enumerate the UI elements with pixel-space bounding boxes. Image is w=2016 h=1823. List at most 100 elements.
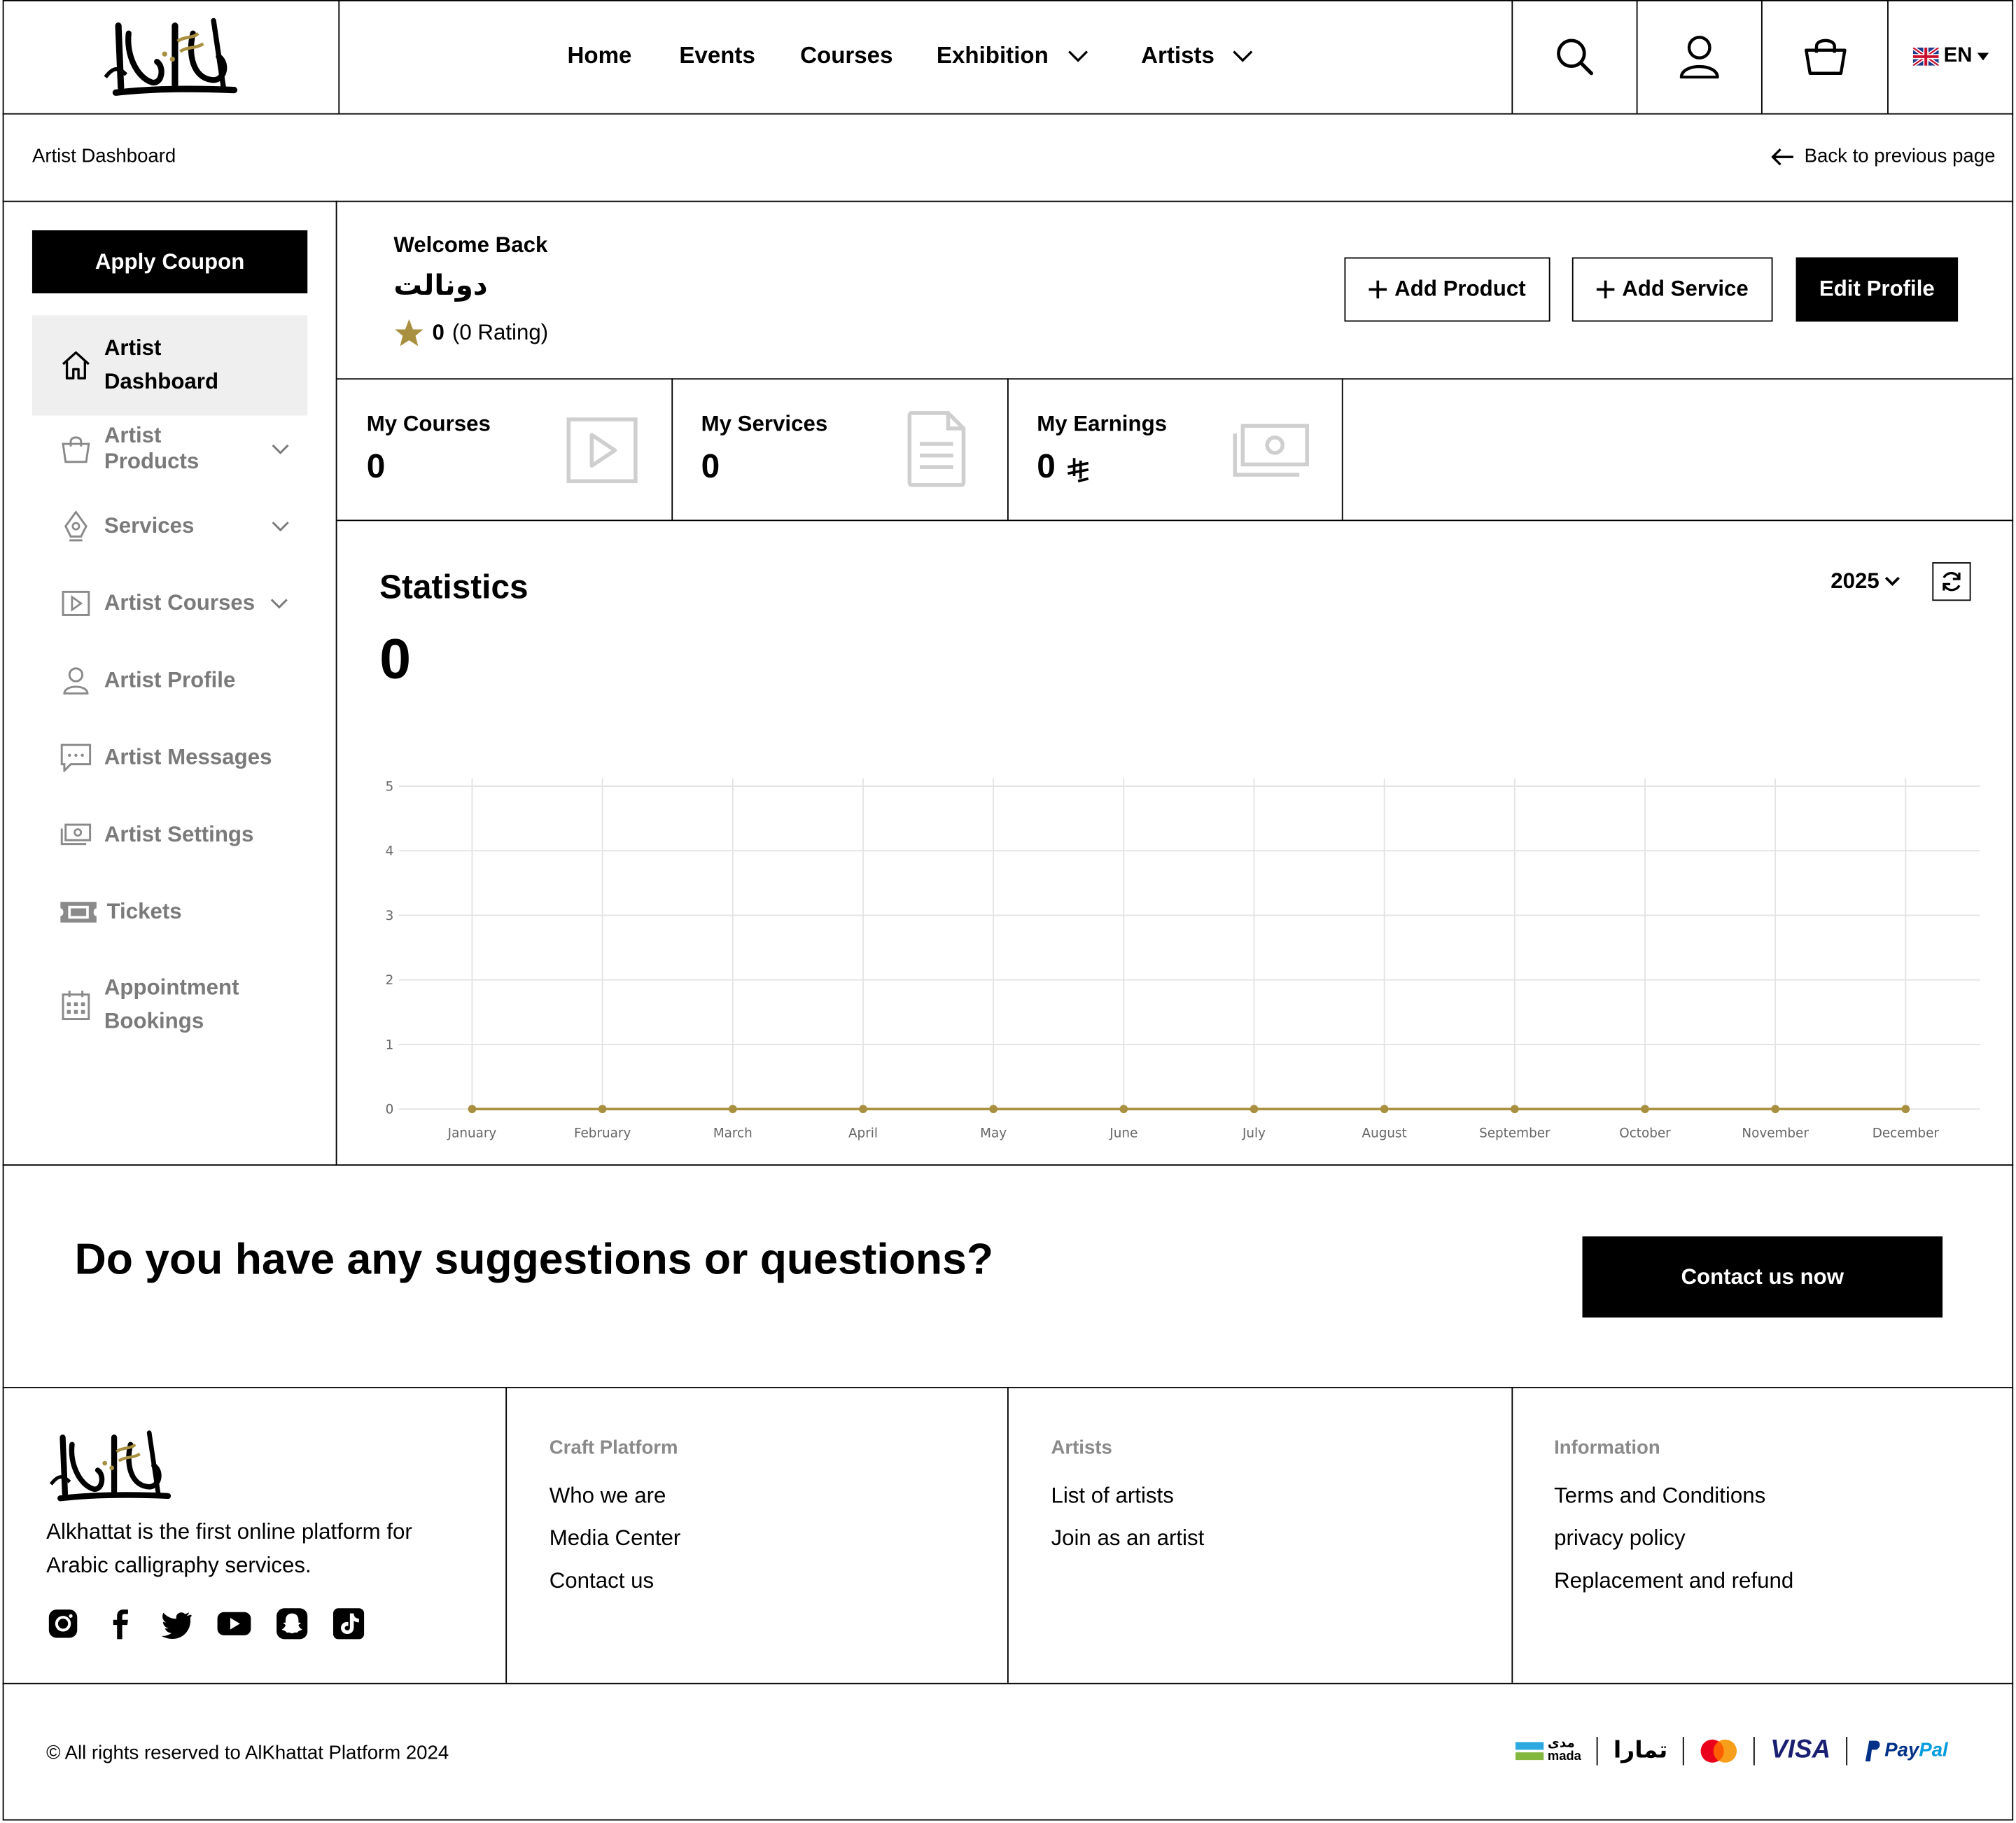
footer-link-join-as-artist[interactable]: Join as an artist [1051, 1526, 1204, 1552]
footer-link-terms[interactable]: Terms and Conditions [1554, 1483, 1765, 1509]
home-icon [60, 350, 91, 381]
chart-y-tick-label: 4 [386, 844, 394, 859]
chart-x-tick-label: September [1479, 1126, 1550, 1141]
paypal-label-pal: Pal [1919, 1739, 1948, 1761]
rating-value: 0 [432, 320, 444, 345]
year-select[interactable]: 2025 [1830, 568, 1900, 594]
divider [505, 1387, 507, 1683]
divider [337, 519, 2014, 522]
mada-logo: مدى mada [1515, 1737, 1581, 1763]
card-value: 0 [701, 446, 720, 485]
sidebar-item-services[interactable]: Services [32, 510, 307, 543]
chart-data-point [728, 1105, 737, 1114]
user-icon [60, 665, 91, 696]
footer-link-who-we-are[interactable]: Who we are [550, 1483, 666, 1509]
instagram-icon[interactable] [46, 1607, 80, 1640]
footer-about: Alkhattat is the first online platform f… [46, 1519, 412, 1578]
chart-data-point [1250, 1105, 1259, 1114]
chevron-down-icon [1884, 576, 1900, 586]
header-divider [2, 113, 2014, 115]
chevron-down-icon [272, 522, 289, 532]
youtube-icon[interactable] [216, 1607, 252, 1640]
footer-logo[interactable] [46, 1428, 175, 1511]
add-service-button[interactable]: Add Service [1572, 257, 1773, 322]
pen-nib-icon [60, 510, 91, 542]
chart-data-point [859, 1105, 867, 1114]
uk-flag-icon [1912, 47, 1939, 66]
cart-button[interactable] [1763, 0, 1887, 113]
site-logo[interactable] [100, 15, 241, 106]
snapchat-icon[interactable] [275, 1607, 309, 1640]
sidebar-item-settings[interactable]: Artist Settings [32, 818, 307, 852]
card-my-earnings[interactable]: My Earnings 0 [1009, 379, 1342, 519]
card-my-courses[interactable]: My Courses 0 [337, 379, 672, 519]
sidebar-item-label: Artist [104, 335, 162, 361]
sidebar-item-products[interactable]: Artist Products [32, 424, 307, 473]
search-button[interactable] [1513, 0, 1636, 113]
footer-link-media-center[interactable]: Media Center [550, 1526, 681, 1552]
back-link[interactable]: Back to previous page [1770, 146, 1995, 167]
add-product-button[interactable]: Add Product [1344, 257, 1550, 322]
tiktok-icon[interactable] [332, 1607, 365, 1640]
sidebar-item-dashboard[interactable]: Artist Dashboard [31, 315, 308, 416]
nav-home[interactable]: Home [567, 43, 631, 70]
chevron-down-icon[interactable] [1233, 50, 1253, 63]
facebook-icon[interactable] [103, 1607, 136, 1640]
cart-icon [1804, 39, 1846, 75]
chevron-down-icon [272, 444, 289, 454]
paypal-label: Pay [1884, 1739, 1919, 1761]
money-icon [1233, 424, 1309, 477]
divider [1683, 1736, 1685, 1765]
divider [2, 1682, 2014, 1684]
chart-x-tick-label: July [1242, 1126, 1266, 1141]
nav-artists[interactable]: Artists [1141, 43, 1214, 70]
caret-down-icon [1977, 53, 1989, 61]
footer-link-contact-us[interactable]: Contact us [550, 1568, 654, 1594]
language-selector[interactable]: EN [1889, 0, 2013, 113]
plus-icon [1596, 280, 1615, 299]
rating: 0 (0 Rating) [393, 318, 548, 349]
nav-courses[interactable]: Courses [800, 43, 892, 70]
twitter-icon[interactable] [160, 1607, 193, 1640]
plus-icon [1368, 280, 1387, 299]
chart-x-tick-label: May [980, 1126, 1007, 1141]
chart-data-point [1119, 1105, 1128, 1114]
chart-y-tick-label: 5 [386, 779, 394, 794]
chart-y-tick-label: 3 [386, 909, 394, 923]
apply-coupon-button[interactable]: Apply Coupon [31, 230, 308, 294]
add-product-label: Add Product [1394, 277, 1526, 302]
money-icon [60, 820, 92, 851]
chart-x-tick-label: October [1619, 1126, 1671, 1141]
divider [2, 1164, 2014, 1166]
sidebar-item-profile[interactable]: Artist Profile [32, 664, 307, 697]
contact-us-button[interactable]: Contact us now [1582, 1236, 1943, 1318]
search-icon [1557, 39, 1593, 76]
sidebar-item-courses[interactable]: Artist Courses [32, 587, 307, 620]
chevron-down-icon[interactable] [1068, 50, 1088, 63]
sidebar-item-appointments[interactable]: Appointment Bookings [32, 972, 307, 1039]
divider [1846, 1736, 1847, 1765]
card-value: 0 [1037, 446, 1056, 485]
nav-exhibition[interactable]: Exhibition [937, 43, 1049, 70]
chart-y-tick-label: 2 [386, 973, 394, 988]
chart-data-point [1510, 1105, 1519, 1114]
footer-link-list-of-artists[interactable]: List of artists [1051, 1483, 1173, 1509]
refresh-button[interactable] [1932, 562, 1971, 601]
sidebar-item-messages[interactable]: Artist Messages [32, 741, 307, 775]
chart-data-point [1380, 1105, 1389, 1114]
document-icon [907, 411, 966, 487]
chart-data-point [1641, 1105, 1649, 1114]
account-button[interactable] [1638, 0, 1761, 113]
payment-methods: مدى mada تمارا VISA Pay Pal [1515, 1735, 1948, 1765]
chart-data-point [1771, 1105, 1780, 1114]
statistics-title: Statistics [379, 567, 528, 606]
nav-events[interactable]: Events [679, 43, 755, 70]
chevron-down-icon [270, 599, 288, 609]
footer-link-privacy[interactable]: privacy policy [1554, 1526, 1686, 1552]
edit-profile-button[interactable]: Edit Profile [1795, 257, 1959, 322]
card-my-services[interactable]: My Services 0 [673, 379, 1007, 519]
play-icon [566, 417, 638, 484]
footer-link-refund[interactable]: Replacement and refund [1554, 1568, 1793, 1594]
riyal-symbol-icon [1068, 458, 1089, 483]
sidebar-item-tickets[interactable]: Tickets [32, 895, 307, 929]
